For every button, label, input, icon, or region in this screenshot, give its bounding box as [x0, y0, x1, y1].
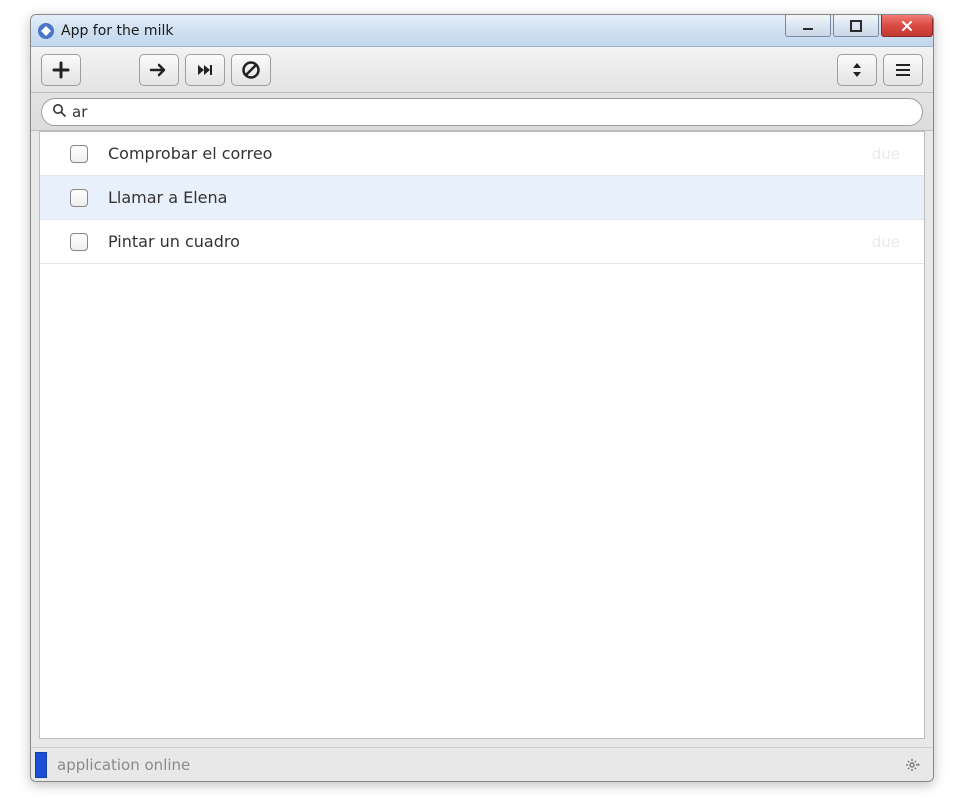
task-row[interactable]: Llamar a Elena [40, 176, 924, 220]
toolbar [31, 47, 933, 93]
app-window: App for the milk [30, 14, 934, 782]
maximize-button[interactable] [833, 15, 879, 37]
search-icon [52, 102, 66, 121]
menu-button[interactable] [883, 54, 923, 86]
statusbar: application online [31, 747, 933, 781]
task-title: Llamar a Elena [108, 188, 900, 207]
task-title: Comprobar el correo [108, 144, 872, 163]
add-task-button[interactable] [41, 54, 81, 86]
titlebar[interactable]: App for the milk [31, 15, 933, 47]
search-input[interactable] [72, 103, 912, 121]
skip-button[interactable] [185, 54, 225, 86]
window-controls [785, 15, 933, 37]
task-row[interactable]: Pintar un cuadro due [40, 220, 924, 264]
cancel-button[interactable] [231, 54, 271, 86]
task-due-label: due [872, 145, 904, 163]
task-due-label: due [872, 233, 904, 251]
close-button[interactable] [881, 15, 933, 37]
task-list[interactable]: Comprobar el correo due Llamar a Elena P… [39, 131, 925, 739]
task-checkbox[interactable] [70, 145, 88, 163]
window-title: App for the milk [61, 23, 173, 39]
settings-button[interactable] [903, 755, 923, 775]
online-indicator-icon [35, 752, 47, 778]
task-checkbox[interactable] [70, 189, 88, 207]
searchbar [31, 93, 933, 131]
app-icon [37, 22, 55, 40]
minimize-button[interactable] [785, 15, 831, 37]
search-field[interactable] [41, 98, 923, 126]
task-checkbox[interactable] [70, 233, 88, 251]
postpone-button[interactable] [139, 54, 179, 86]
status-text: application online [57, 756, 903, 774]
task-row[interactable]: Comprobar el correo due [40, 132, 924, 176]
sort-button[interactable] [837, 54, 877, 86]
task-title: Pintar un cuadro [108, 232, 872, 251]
